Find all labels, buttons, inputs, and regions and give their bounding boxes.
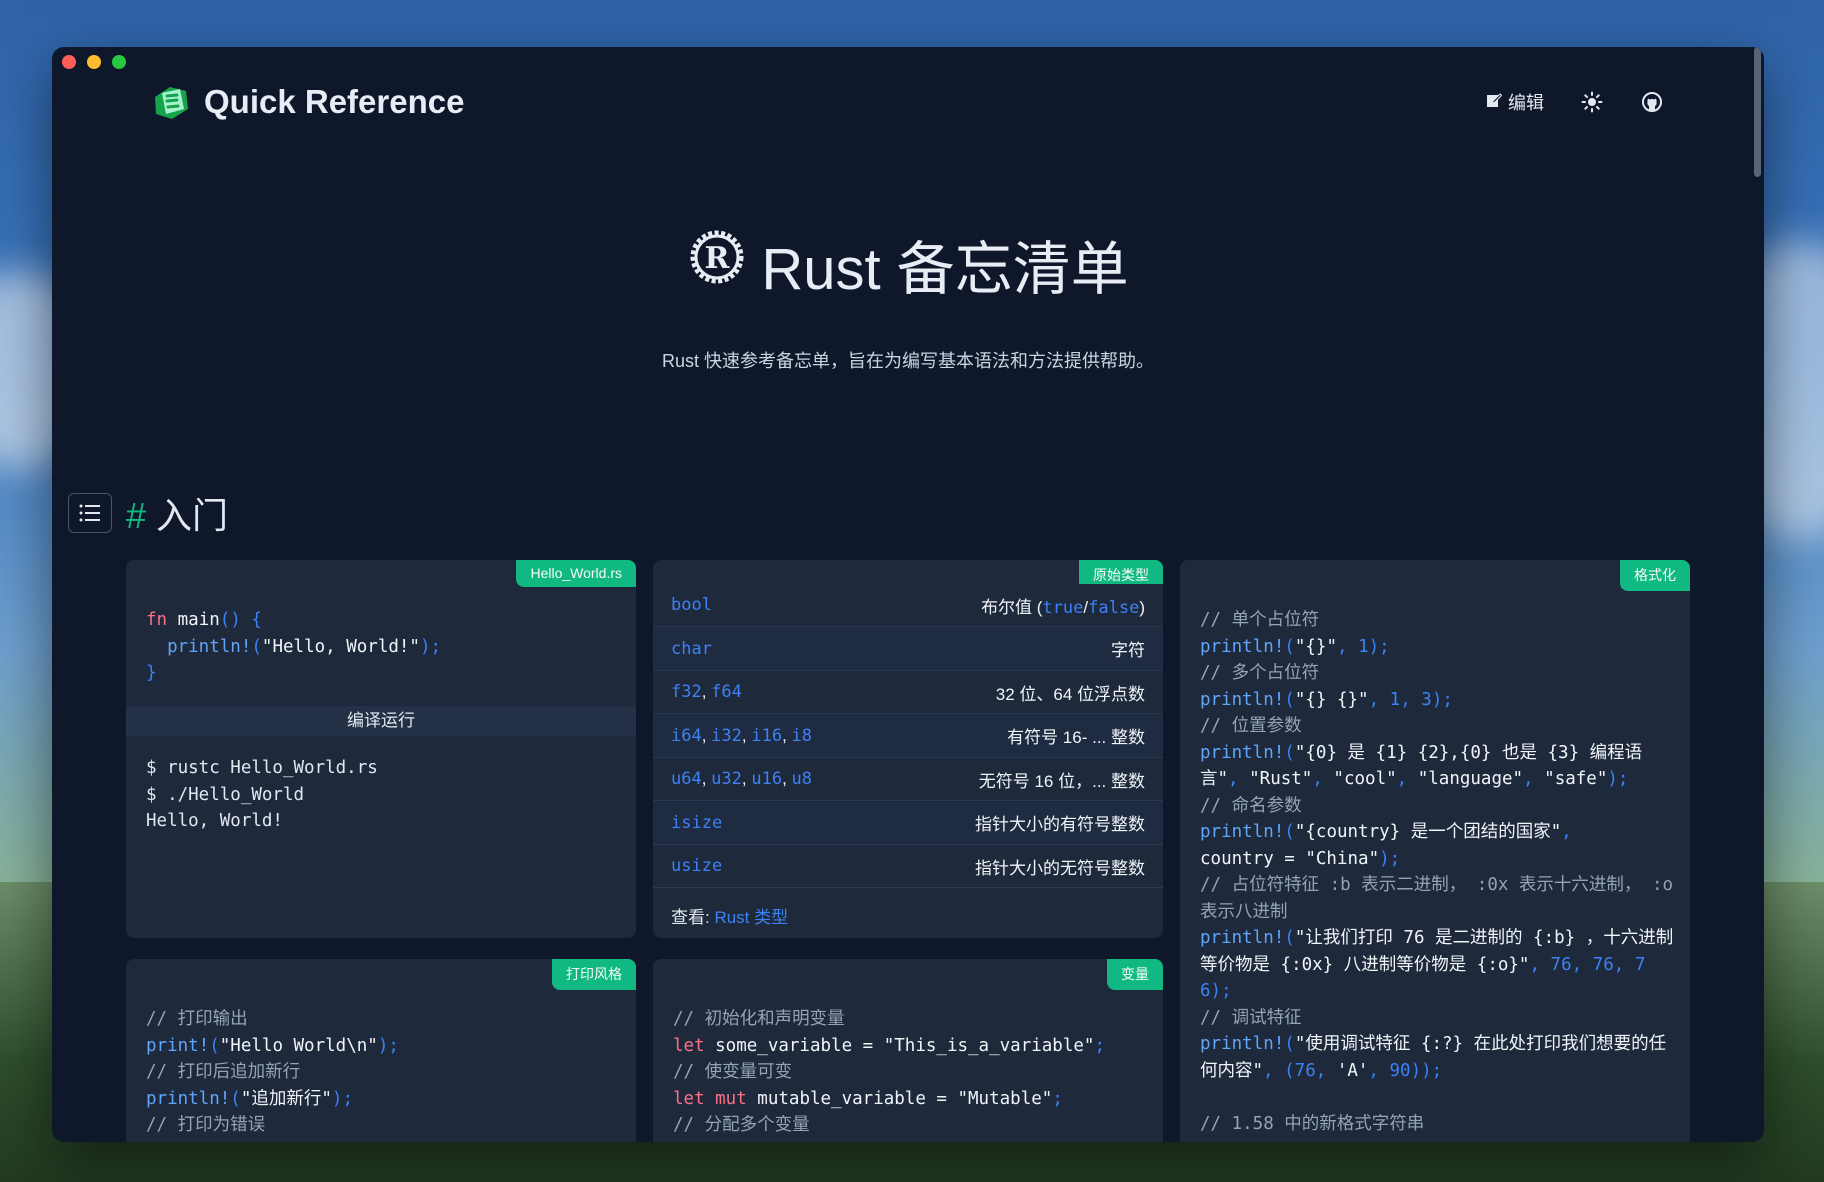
page-title: R Rust 备忘清单 xyxy=(52,222,1764,306)
page-title-text: Rust 备忘清单 xyxy=(761,237,1129,302)
card-hello-world: Hello_World.rs fn main() { println!("Hel… xyxy=(126,560,636,938)
compile-run-header: 编译运行 xyxy=(126,706,636,736)
type-description: 无符号 16 位，... 整数 xyxy=(978,771,1145,791)
section-title-text: 入门 xyxy=(156,495,229,536)
type-description: 字符 xyxy=(1111,641,1145,660)
minimize-window-button[interactable] xyxy=(87,55,101,69)
svg-text:R: R xyxy=(705,241,731,276)
code-block: // 打印输出 print!("Hello World\n"); // 打印后追… xyxy=(146,1009,399,1135)
rust-logo-icon: R xyxy=(687,227,747,301)
type-description: 指针大小的有符号整数 xyxy=(975,815,1145,834)
section-title[interactable]: # 入门 xyxy=(126,487,228,539)
card-tag: 变量 xyxy=(1107,959,1163,990)
type-keys: f32, f64 xyxy=(671,682,742,702)
shell-block: $ rustc Hello_World.rs $ ./Hello_World H… xyxy=(146,758,378,831)
close-window-button[interactable] xyxy=(62,55,76,69)
code-block: // 单个占位符 println!("{}", 1); // 多个占位符 pri… xyxy=(1200,610,1684,1134)
section-heading: # 入门 xyxy=(68,487,228,539)
type-row: char 字符 xyxy=(653,627,1163,671)
code-block: // 初始化和声明变量 let some_variable = "This_is… xyxy=(673,1009,1105,1135)
type-row: usize 指针大小的无符号整数 xyxy=(653,845,1163,888)
see-label: 查看: xyxy=(671,908,715,927)
quick-reference-logo-icon[interactable] xyxy=(150,81,192,123)
scrollbar[interactable] xyxy=(1754,47,1761,177)
edit-icon xyxy=(1486,92,1503,113)
top-nav: Quick Reference 编辑 xyxy=(150,77,1664,127)
theme-toggle-sun-icon[interactable] xyxy=(1580,90,1604,114)
type-keys: u64, u32, u16, u8 xyxy=(671,769,812,789)
type-row: u64, u32, u16, u8 无符号 16 位，... 整数 xyxy=(653,758,1163,801)
type-row: isize 指针大小的有符号整数 xyxy=(653,801,1163,845)
brand-title[interactable]: Quick Reference xyxy=(204,83,464,121)
anchor-hash[interactable]: # xyxy=(126,495,146,536)
card-tag: 打印风格 xyxy=(552,959,636,990)
type-keys: isize xyxy=(671,812,723,833)
card-print-style: 打印风格 // 打印输出 print!("Hello World\n"); //… xyxy=(126,959,636,1142)
github-icon[interactable] xyxy=(1640,90,1664,114)
card-formatting: 格式化 // 单个占位符 println!("{}", 1); // 多个占位符… xyxy=(1180,560,1690,1142)
type-row: f32, f64 32 位、64 位浮点数 xyxy=(653,671,1163,714)
type-row: i64, i32, i16, i8 有符号 16- ... 整数 xyxy=(653,714,1163,758)
type-keys: bool xyxy=(671,595,712,615)
card-variables: 变量 // 初始化和声明变量 let some_variable = "This… xyxy=(653,959,1163,1142)
card-tag: Hello_World.rs xyxy=(516,560,636,587)
edit-label: 编辑 xyxy=(1508,93,1544,113)
type-description: 有符号 16- ... 整数 xyxy=(1007,728,1145,747)
rust-types-link[interactable]: Rust 类型 xyxy=(714,908,788,927)
code-block: fn main() { println!("Hello, World!"); } xyxy=(146,610,442,683)
card-primitive-types: 原始类型 bool 布尔值 (true/false) char 字符 f32, f64 3… xyxy=(653,560,1163,938)
page-subtitle: Rust 快速参考备忘单，旨在为编写基本语法和方法提供帮助。 xyxy=(661,351,1154,371)
zoom-window-button[interactable] xyxy=(112,55,126,69)
see-also: 查看: Rust 类型 xyxy=(671,903,788,928)
type-keys: i64, i32, i16, i8 xyxy=(671,725,812,746)
type-description: 指针大小的无符号整数 xyxy=(975,858,1145,878)
browser-window: Quick Reference 编辑 R Rust 备忘清单 Rust 快速参考… xyxy=(52,47,1764,1142)
edit-link[interactable]: 编辑 xyxy=(1486,89,1544,115)
type-description: 布尔值 (true/false) xyxy=(981,597,1145,618)
type-keys: usize xyxy=(671,856,723,876)
type-keys: char xyxy=(671,638,712,659)
type-row: bool 布尔值 (true/false) xyxy=(653,584,1163,627)
window-controls xyxy=(62,55,126,69)
toc-list-icon[interactable] xyxy=(68,493,112,533)
type-description: 32 位、64 位浮点数 xyxy=(995,684,1145,704)
card-tag: 格式化 xyxy=(1620,560,1690,591)
